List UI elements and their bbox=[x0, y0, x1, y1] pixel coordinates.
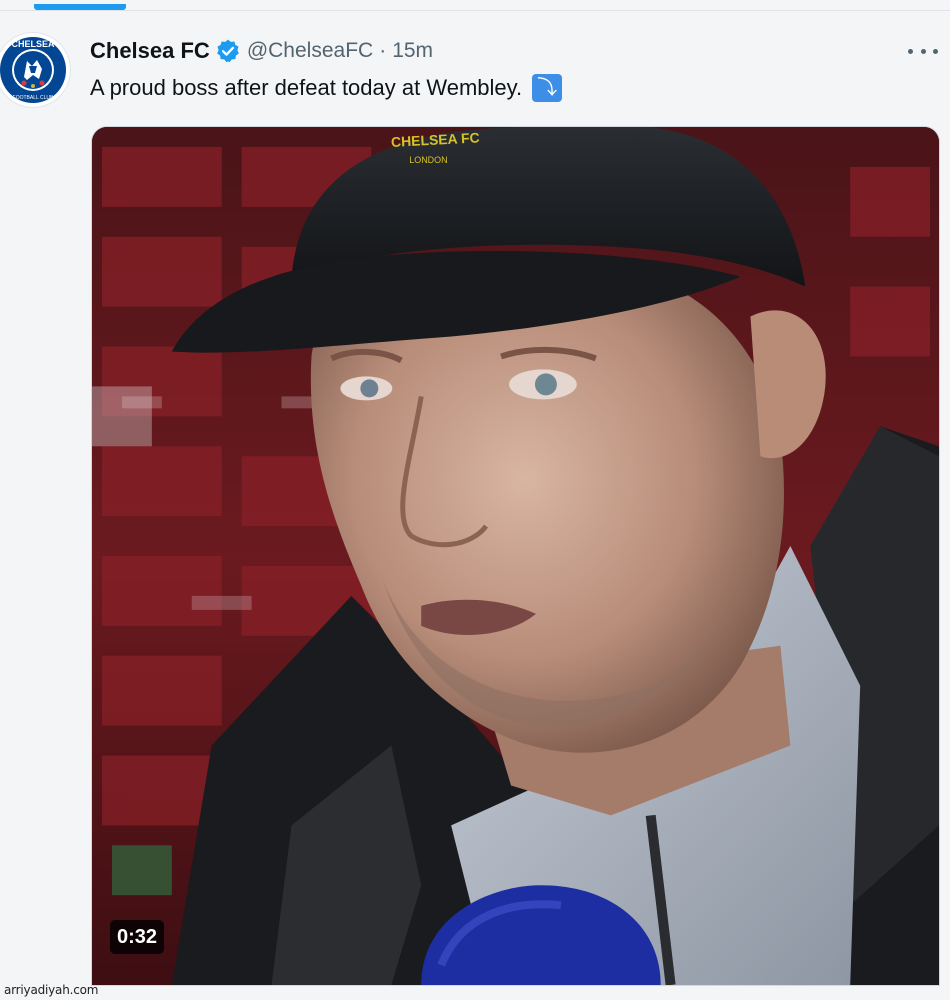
tweet-text: A proud boss after defeat today at Wembl… bbox=[90, 75, 523, 100]
chelsea-crest-icon: CHELSEA FOOTBALL CLUB bbox=[0, 34, 69, 106]
video-duration-badge: 0:32 bbox=[110, 920, 165, 954]
tweet-text-row: A proud boss after defeat today at Wembl… bbox=[90, 74, 563, 102]
active-tab-indicator bbox=[34, 4, 126, 10]
separator-dot: · bbox=[379, 39, 387, 62]
top-divider bbox=[0, 10, 950, 11]
video-frame: CHELSEA FC LONDON bbox=[92, 127, 939, 985]
handle[interactable]: @ChelseaFC bbox=[247, 39, 373, 63]
display-name[interactable]: Chelsea FC bbox=[90, 38, 210, 64]
arrow-down-emoji-icon: ⤵ bbox=[532, 74, 563, 102]
avatar[interactable]: CHELSEA FOOTBALL CLUB bbox=[0, 33, 70, 107]
timestamp[interactable]: 15m bbox=[392, 39, 433, 63]
video-player[interactable]: CHELSEA FC LONDON bbox=[91, 126, 940, 986]
more-options-icon[interactable] bbox=[908, 40, 938, 62]
verified-badge-icon bbox=[215, 38, 241, 64]
crest-text-top: CHELSEA bbox=[11, 39, 55, 49]
cap-text-line2: LONDON bbox=[409, 155, 447, 165]
source-watermark: arriyadiyah.com bbox=[4, 983, 99, 997]
crest-text-bottom: FOOTBALL CLUB bbox=[13, 95, 54, 101]
tweet-header: Chelsea FC @ChelseaFC · 15m bbox=[90, 36, 433, 66]
